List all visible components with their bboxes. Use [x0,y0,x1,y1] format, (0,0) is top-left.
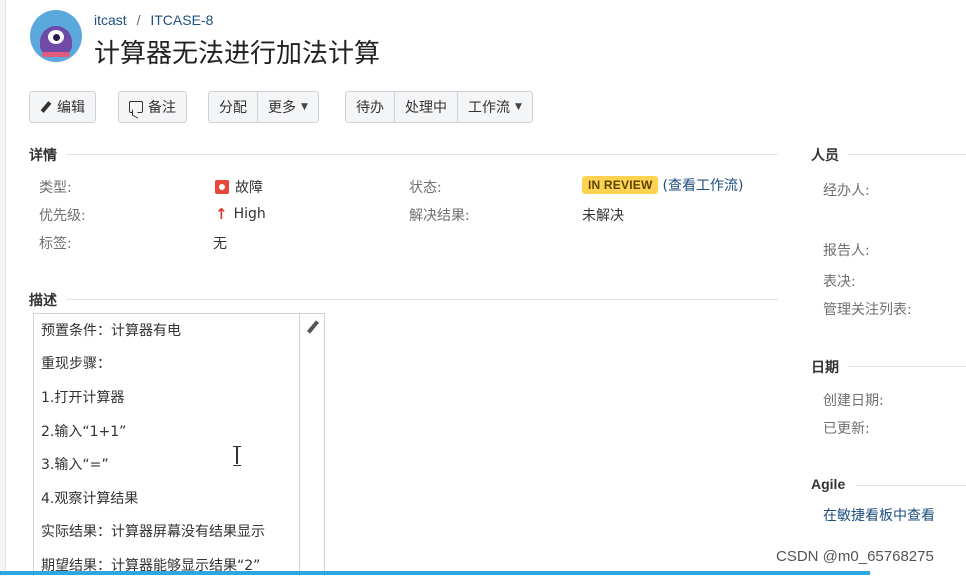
priority-value: ↑ High [215,205,266,223]
in-progress-button-label: 处理中 [405,100,447,116]
assignee-label: 经办人: [823,183,870,199]
more-button[interactable]: 更多 ▼ [258,91,319,123]
labels-value: 无 [213,236,227,252]
watermark: CSDN @m0_65768275 [776,548,934,565]
assign-button[interactable]: 分配 [208,91,258,123]
description-line: 重现步骤： [41,356,111,372]
votes-label: 表决: [823,274,856,290]
description-line: 实际结果：计算器屏幕没有结果显示 [41,524,265,540]
breadcrumb-issue-key-link[interactable]: ITCASE-8 [150,12,213,28]
breadcrumb: itcast / ITCASE-8 [94,12,213,28]
assign-button-label: 分配 [219,100,247,116]
chevron-down-icon: ▼ [515,102,522,112]
agile-divider [856,485,966,486]
edit-button-label: 编辑 [57,100,85,116]
workflow-button[interactable]: 工作流 ▼ [458,91,533,123]
dates-heading[interactable]: 日期 [811,357,839,377]
description-text-area[interactable]: 预置条件：计算器有电 重现步骤： 1.打开计算器 2.输入“1+1” 3.输入“… [34,314,300,576]
comment-button[interactable]: 备注 [118,91,187,123]
arrow-up-icon: ↑ [215,205,228,223]
left-edge-strip [0,0,6,576]
pencil-icon [40,101,52,113]
more-button-label: 更多 [268,100,296,116]
edit-button[interactable]: 编辑 [29,91,96,123]
view-workflow-link[interactable]: (查看工作流) [662,175,743,195]
labels-label: 标签: [39,236,72,252]
people-heading[interactable]: 人员 [811,145,839,165]
workflow-button-label: 工作流 [468,100,510,116]
assign-more-group: 分配 更多 ▼ [208,91,319,123]
comment-icon [129,101,143,113]
chevron-down-icon: ▼ [301,102,308,112]
reporter-label: 报告人: [823,243,870,259]
updated-label: 已更新: [823,421,870,437]
todo-button[interactable]: 待办 [345,91,395,123]
resolution-label: 解决结果: [409,208,470,224]
comment-group: 备注 [118,91,187,123]
status-value: IN REVIEW (查看工作流) [582,175,743,195]
description-editor[interactable]: 预置条件：计算器有电 重现步骤： 1.打开计算器 2.输入“1+1” 3.输入“… [33,313,325,576]
description-line: 预置条件：计算器有电 [41,323,181,339]
dates-divider [848,366,966,367]
description-line: 4.观察计算结果 [41,491,139,507]
details-heading[interactable]: 详情 [29,145,57,165]
description-line: 3.输入“=” [41,457,109,473]
issue-title[interactable]: 计算器无法进行加法计算 [94,33,380,70]
type-value: 故障 [215,177,263,197]
watchers-label: 管理关注列表: [823,302,912,318]
agile-heading[interactable]: Agile [811,476,845,492]
resolution-value: 未解决 [582,208,624,224]
project-avatar[interactable] [30,10,82,62]
workflow-group: 待办 处理中 工作流 ▼ [345,91,533,123]
bug-icon [215,180,229,194]
type-label: 类型: [39,180,72,196]
description-line: 2.输入“1+1” [41,424,127,440]
priority-label: 优先级: [39,208,86,224]
edit-group: 编辑 [29,91,96,123]
people-divider [848,154,966,155]
status-badge: IN REVIEW [582,176,659,194]
status-label: 状态: [409,180,442,196]
priority-value-text: High [233,206,266,222]
comment-button-label: 备注 [148,100,176,116]
page-load-progress-bar [0,571,870,575]
description-divider [66,299,778,300]
todo-button-label: 待办 [356,100,384,116]
in-progress-button[interactable]: 处理中 [395,91,458,123]
text-cursor-icon [233,446,241,466]
details-divider [66,154,778,155]
type-value-text: 故障 [235,180,263,196]
view-on-board-link[interactable]: 在敏捷看板中查看 [823,505,935,525]
breadcrumb-project-link[interactable]: itcast [94,12,127,28]
edit-description-pencil-icon[interactable] [306,320,320,334]
description-line: 1.打开计算器 [41,390,125,406]
created-label: 创建日期: [823,393,884,409]
breadcrumb-separator: / [136,12,141,28]
description-heading[interactable]: 描述 [29,290,57,310]
